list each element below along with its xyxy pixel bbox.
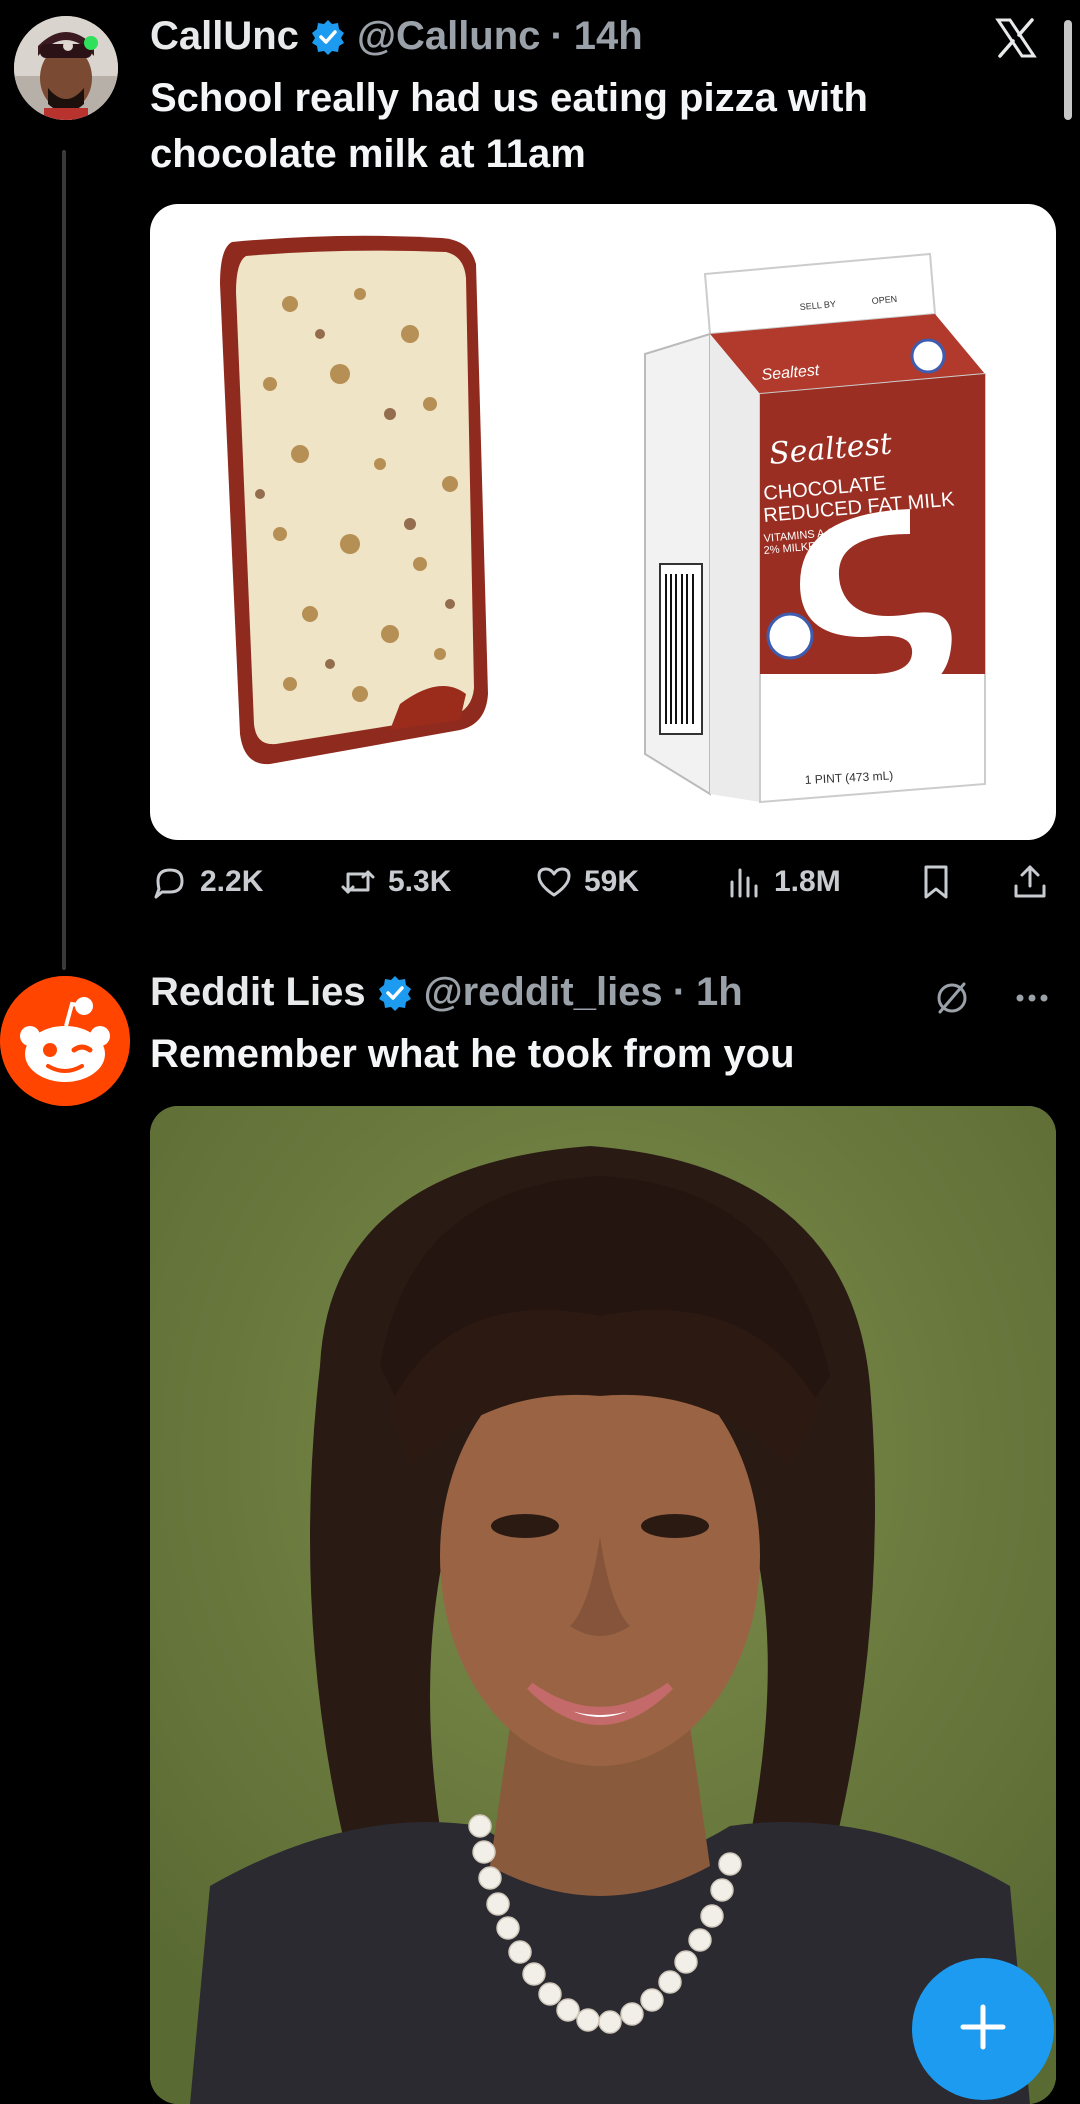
timestamp[interactable]: 1h (696, 970, 743, 1015)
timeline: CallUnc @Callunc · 14h School really had… (0, 0, 1080, 2104)
avatar-reddit-lies[interactable] (0, 976, 130, 1106)
tweet-header: CallUnc @Callunc · 14h (150, 14, 643, 59)
grok-icon[interactable] (932, 978, 972, 1023)
heart-icon (534, 862, 574, 902)
tweet-image[interactable]: Sealtest CHOCOLATE REDUCED FAT MILK VITA… (150, 204, 1056, 840)
reply-button[interactable]: 2.2K (150, 862, 263, 902)
tweet-actions: 2.2K 5.3K 59K 1.8M (150, 862, 1056, 912)
views-button[interactable]: 1.8M (724, 862, 841, 902)
display-name[interactable]: Reddit Lies (150, 970, 366, 1015)
reply-count: 2.2K (200, 865, 264, 898)
views-chart-icon (724, 862, 764, 902)
tweet-reddit-lies[interactable]: Reddit Lies @reddit_lies · 1h Remember w… (0, 960, 1080, 2104)
compose-button[interactable] (912, 1958, 1054, 2100)
tweet-image[interactable] (150, 1106, 1056, 2104)
tweet-header: Reddit Lies @reddit_lies · 1h (150, 970, 743, 1015)
share-button[interactable] (1010, 862, 1050, 902)
share-icon (1010, 862, 1050, 902)
display-name[interactable]: CallUnc (150, 14, 299, 59)
more-dots-icon[interactable] (1012, 978, 1052, 1023)
handle[interactable]: @reddit_lies (424, 970, 663, 1015)
verified-badge-icon (376, 974, 414, 1012)
tweet-text: Remember what he took from you (150, 1032, 795, 1076)
like-count: 59K (584, 865, 640, 898)
verified-badge-icon (309, 18, 347, 56)
handle[interactable]: @Callunc (357, 14, 540, 59)
separator-dot: · (550, 14, 564, 58)
tweet-text: School really had us eating pizza with c… (150, 76, 868, 176)
tweet-callunc[interactable]: CallUnc @Callunc · 14h School really had… (0, 0, 1080, 960)
plus-icon (957, 2001, 1009, 2058)
repost-icon (338, 862, 378, 902)
avatar-callunc[interactable] (14, 16, 118, 120)
views-count: 1.8M (774, 865, 841, 898)
reply-icon (150, 862, 190, 902)
separator-dot: · (672, 970, 687, 1014)
pizza-slice-image (220, 235, 488, 765)
repost-count: 5.3K (388, 865, 452, 898)
tweet-header-actions (932, 978, 1052, 1023)
like-button[interactable]: 59K (534, 862, 639, 902)
online-status-dot (84, 36, 98, 50)
timestamp[interactable]: 14h (574, 14, 643, 59)
bookmark-icon (916, 862, 956, 902)
bookmark-button[interactable] (916, 862, 956, 902)
repost-button[interactable]: 5.3K (338, 862, 451, 902)
